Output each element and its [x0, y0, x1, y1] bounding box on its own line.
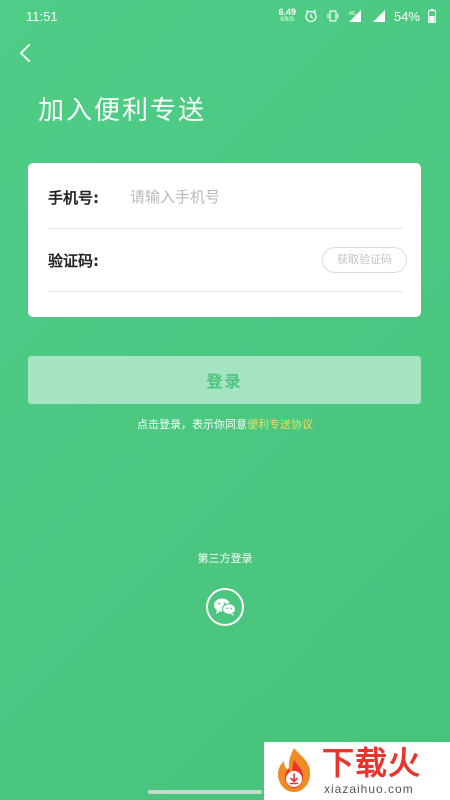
- alarm-icon: [305, 9, 317, 23]
- third-party-login-label: 第三方登录: [197, 552, 253, 565]
- wechat-login-button[interactable]: [206, 588, 244, 626]
- code-label: 验证码:: [48, 251, 99, 270]
- signal-icon-secondary: [372, 10, 385, 22]
- code-input[interactable]: [128, 251, 322, 269]
- phone-input[interactable]: [130, 188, 403, 206]
- battery-icon: [428, 9, 436, 23]
- code-row: 验证码: 获取验证码: [48, 229, 407, 292]
- wechat-icon: [214, 598, 236, 616]
- back-button[interactable]: [12, 40, 38, 66]
- login-button[interactable]: 登录: [28, 356, 421, 404]
- agreement-prefix: 点击登录，表示你同意: [137, 418, 247, 431]
- network-speed: 6.49 KB/S: [278, 8, 296, 24]
- status-indicators: 6.49 KB/S 4G 54%: [278, 8, 436, 24]
- vibrate-icon: [327, 10, 339, 22]
- agreement-text: 点击登录，表示你同意便利专送协议: [0, 416, 450, 432]
- chevron-left-icon: [20, 44, 30, 62]
- page-title: 加入便利专送: [38, 96, 207, 126]
- battery-percentage: 54%: [393, 8, 420, 24]
- status-time: 11:51: [26, 8, 58, 24]
- phone-label: 手机号:: [48, 188, 99, 207]
- network-speed-unit: KB/S: [280, 17, 295, 23]
- agreement-link[interactable]: 便利专送协议: [247, 418, 313, 431]
- watermark-name: 下载火: [322, 744, 422, 782]
- login-form-card: 手机号: 验证码: 获取验证码: [28, 163, 421, 317]
- get-code-button[interactable]: 获取验证码: [322, 247, 407, 273]
- status-bar: 11:51 6.49 KB/S 4G 54%: [0, 0, 450, 32]
- phone-row: 手机号:: [48, 166, 403, 229]
- network-speed-value: 6.49: [278, 7, 296, 17]
- network-type-label: 4G: [349, 11, 356, 17]
- flame-logo-icon: [278, 748, 310, 792]
- signal-icon: 4G: [348, 10, 361, 22]
- watermark-url: xiazaihuo.com: [324, 782, 414, 796]
- watermark-logo: 下载火 xiazaihuo.com: [264, 742, 450, 800]
- home-indicator[interactable]: [148, 790, 262, 794]
